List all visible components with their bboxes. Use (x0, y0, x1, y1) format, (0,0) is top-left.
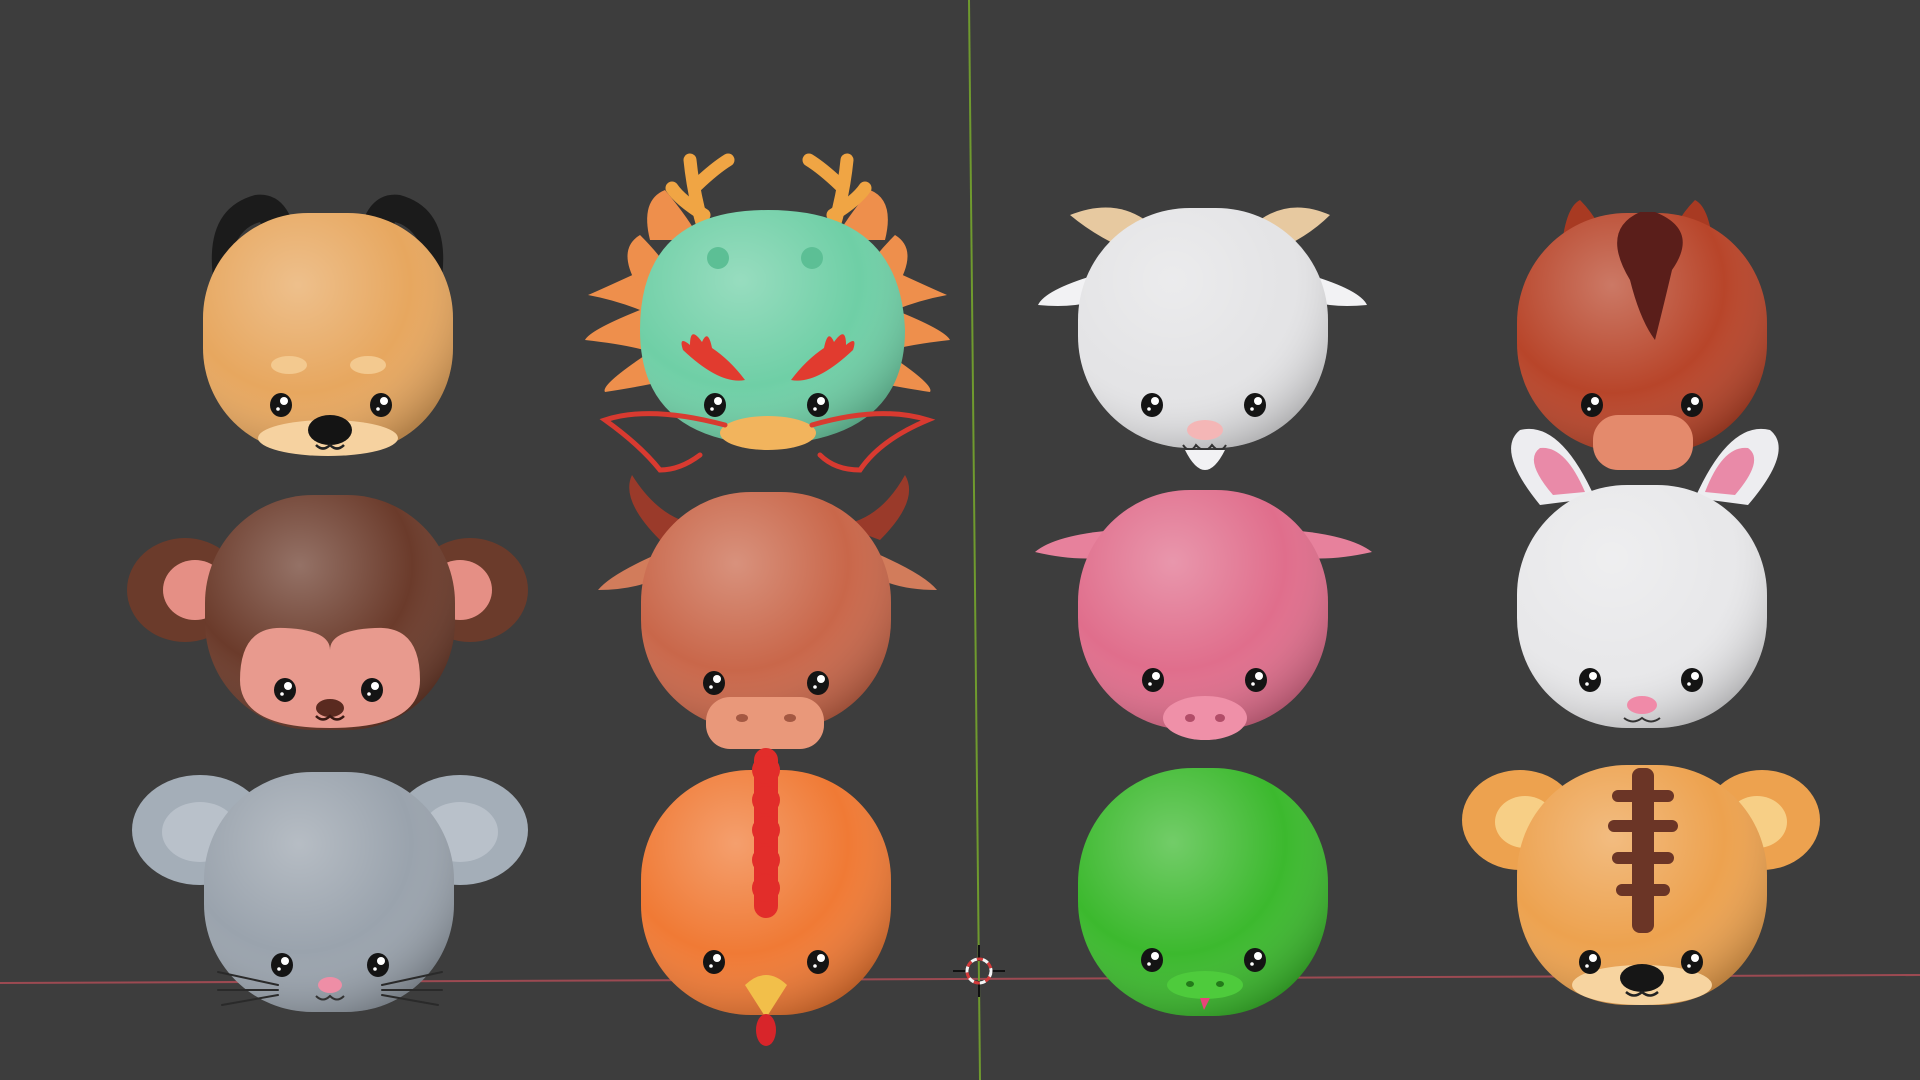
y-axis-line (968, 0, 981, 1080)
viewport-scene[interactable] (0, 0, 1920, 1080)
pig-head-model[interactable] (1035, 490, 1372, 740)
horse-head-model[interactable] (1517, 200, 1767, 470)
snake-head-model[interactable] (1078, 768, 1328, 1016)
dragon-head-model[interactable] (585, 153, 950, 473)
goat-head-model[interactable] (1038, 207, 1367, 470)
3d-viewport[interactable] (0, 0, 1920, 1080)
tiger-head-model[interactable] (1462, 765, 1820, 1005)
rat-head-model[interactable] (132, 772, 528, 1012)
rooster-head-model[interactable] (641, 748, 891, 1046)
ox-head-model[interactable] (598, 475, 937, 749)
monkey-head-model[interactable] (127, 495, 528, 730)
dog-head-model[interactable] (203, 194, 453, 456)
rabbit-head-model[interactable] (1511, 428, 1779, 728)
